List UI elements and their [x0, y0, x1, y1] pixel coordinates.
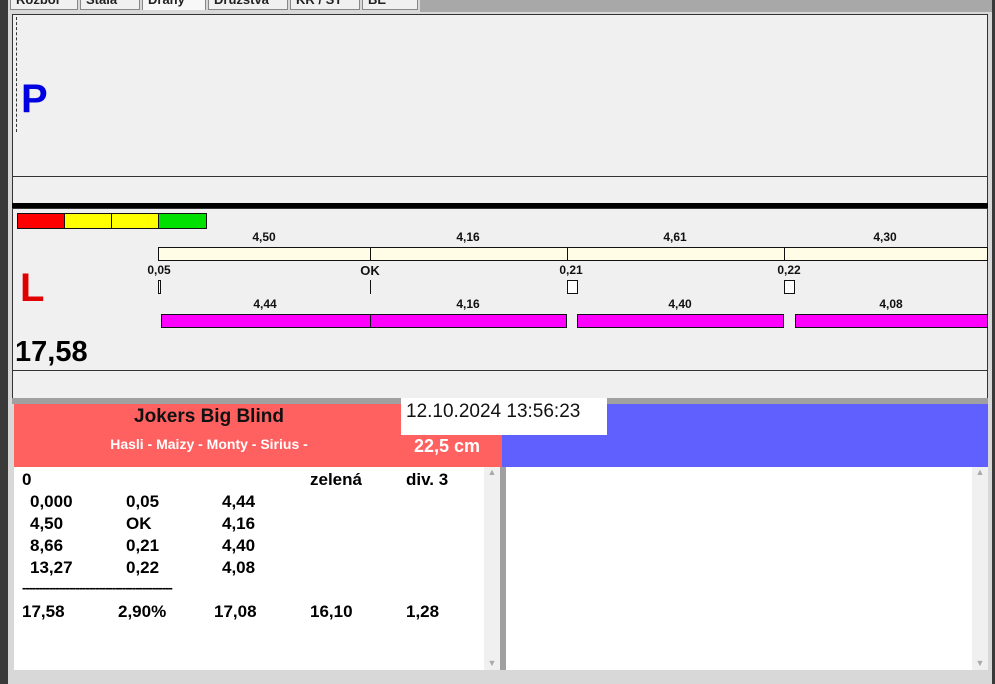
team-players: Hasli - Maizy - Monty - Sirius - [110, 436, 308, 452]
team-name: Jokers Big Blind [134, 406, 284, 427]
top-bar-segment [567, 247, 785, 261]
datetime: 12.10.2024 13:56:23 [401, 398, 607, 435]
cell: zelená [310, 470, 362, 489]
bottom-bar-segment [370, 314, 567, 328]
lane-p-cursor [16, 17, 17, 132]
lane-p-strip [12, 176, 988, 204]
results-totals-row: 17,58 2,90% 17,08 16,10 1,28 [22, 602, 492, 624]
cell: 0,000 [30, 492, 73, 511]
scroll-up-icon[interactable]: ▲ [972, 467, 988, 477]
cell: 0,21 [126, 536, 160, 555]
bottom-bar-segment [161, 314, 371, 328]
opponent-results-list [506, 467, 988, 670]
bottom-value: 4,16 [456, 297, 480, 311]
top-value: 4,30 [873, 230, 897, 244]
marker [370, 280, 371, 294]
top-bar-segment [370, 247, 568, 261]
cell: 16,10 [310, 602, 353, 621]
cell: OK [126, 514, 152, 533]
cell: 4,44 [222, 492, 256, 511]
main-window: Rozbor Stala Dráhy Družstva KR / ST BE P… [8, 0, 992, 684]
top-bar-segment [784, 247, 988, 261]
status-red [18, 214, 65, 228]
lane-p-panel: P [12, 14, 988, 177]
marker [158, 280, 161, 294]
tab-kr-st[interactable]: KR / ST [290, 0, 360, 10]
cell: 4,16 [222, 514, 256, 533]
tab-drahy[interactable]: Dráhy [142, 0, 206, 10]
cell: 0,22 [126, 558, 160, 577]
bottom-value: 4,08 [879, 297, 903, 311]
bottom-bar-segment [577, 314, 784, 328]
results-row: 0,000 0,05 4,44 [30, 492, 500, 514]
top-value: 4,16 [456, 230, 480, 244]
tab-rozbor[interactable]: Rozbor [10, 0, 78, 10]
cell: 4,50 [30, 514, 64, 533]
cell: 1,28 [406, 602, 440, 621]
status-green [159, 214, 206, 228]
separator: ----------------------------------------… [22, 580, 173, 595]
status-indicator [17, 213, 207, 229]
lane-length: 22,5 cm [414, 436, 481, 456]
lane-l-label: L [20, 266, 45, 310]
cell: 17,58 [22, 602, 65, 621]
bottom-value: 4,44 [253, 297, 277, 311]
cell: 8,66 [30, 536, 64, 555]
cell: 17,08 [214, 602, 257, 621]
bottom-value: 4,40 [668, 297, 692, 311]
results-row: 8,66 0,21 4,40 [30, 536, 500, 558]
lane-p-label: P [21, 77, 48, 121]
scroll-down-icon[interactable]: ▼ [972, 658, 988, 668]
scroll-up-icon[interactable]: ▲ [484, 467, 500, 477]
status-yellow [65, 214, 112, 228]
marker [784, 280, 795, 294]
top-bar-segment [158, 247, 371, 261]
marker [567, 280, 578, 294]
cell: 4,40 [222, 536, 256, 555]
scroll-down-icon[interactable]: ▼ [484, 658, 500, 668]
results-scrollbar[interactable]: ▲ ▼ [484, 467, 500, 670]
cell: 2,90% [118, 602, 167, 621]
results-row: 4,50 OK 4,16 [30, 514, 500, 536]
top-value: 4,61 [663, 230, 687, 244]
lane-l-strip [12, 370, 988, 399]
marker-label: 0,22 [777, 263, 801, 277]
cell: 0 [22, 470, 32, 489]
tab-stala[interactable]: Stala [80, 0, 140, 10]
cell: 13,27 [30, 558, 73, 577]
results-header-row: 0 zelená div. 3 [22, 470, 492, 492]
cell: div. 3 [406, 470, 449, 489]
tab-be[interactable]: BE [362, 0, 418, 10]
marker-label: 0,21 [559, 263, 583, 277]
top-value: 4,50 [252, 230, 276, 244]
bottom-bar-segment [795, 314, 988, 328]
results-row: 13,27 0,22 4,08 [30, 558, 500, 580]
marker-label: OK [360, 263, 380, 278]
tab-druzstva[interactable]: Družstva [208, 0, 288, 10]
cell: 0,05 [126, 492, 160, 511]
opponent-scrollbar[interactable]: ▲ ▼ [972, 467, 988, 670]
tab-strip-empty [420, 0, 992, 12]
marker-label: 0,05 [147, 263, 171, 277]
lane-total: 17,58 [15, 336, 88, 368]
cell: 4,08 [222, 558, 256, 577]
status-yellow [112, 214, 159, 228]
